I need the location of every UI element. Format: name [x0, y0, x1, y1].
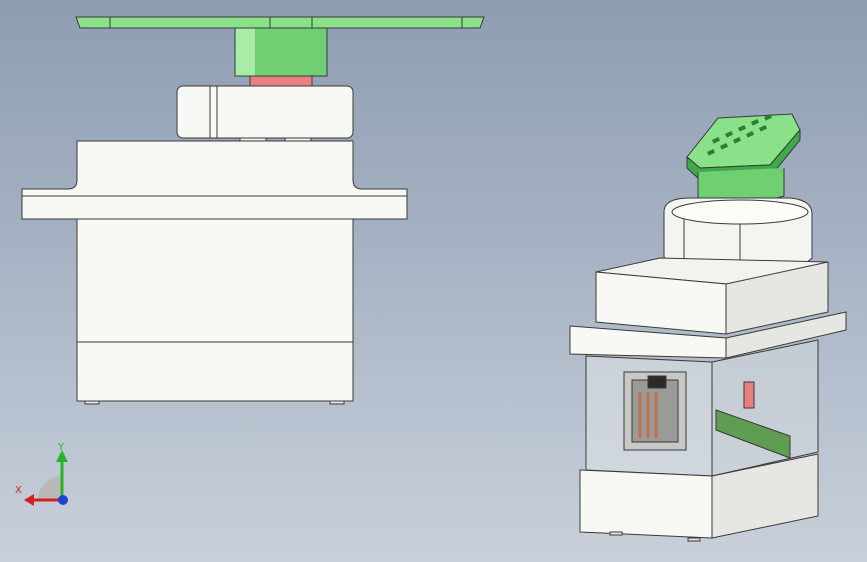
horn-hub-highlight — [235, 28, 255, 76]
cad-viewport[interactable]: Y X — [0, 0, 867, 562]
z-axis-dot — [58, 495, 68, 505]
servo-front-view[interactable] — [21, 16, 485, 405]
iso-case-side — [711, 339, 819, 477]
x-axis-label: X — [15, 485, 22, 496]
foot — [329, 400, 345, 405]
gear-boss — [176, 85, 354, 139]
main-case — [76, 218, 354, 343]
foot — [84, 400, 100, 405]
mounting-tabs — [21, 140, 408, 220]
triad-plane — [38, 476, 62, 500]
horn-arm — [75, 16, 485, 29]
servo-isometric-view[interactable] — [569, 113, 847, 542]
coordinate-triad — [24, 450, 68, 506]
iso-pot — [743, 381, 755, 409]
iso-bottom-front — [579, 469, 713, 539]
output-shaft — [249, 75, 313, 87]
model-canvas[interactable] — [0, 0, 867, 562]
iso-foot — [609, 531, 623, 536]
x-axis-arrow — [24, 494, 34, 506]
iso-motor-cap — [647, 375, 667, 389]
iso-boss-top — [671, 199, 809, 225]
y-axis-label: Y — [58, 442, 65, 453]
iso-foot — [687, 537, 701, 542]
bottom-cover — [76, 341, 354, 402]
